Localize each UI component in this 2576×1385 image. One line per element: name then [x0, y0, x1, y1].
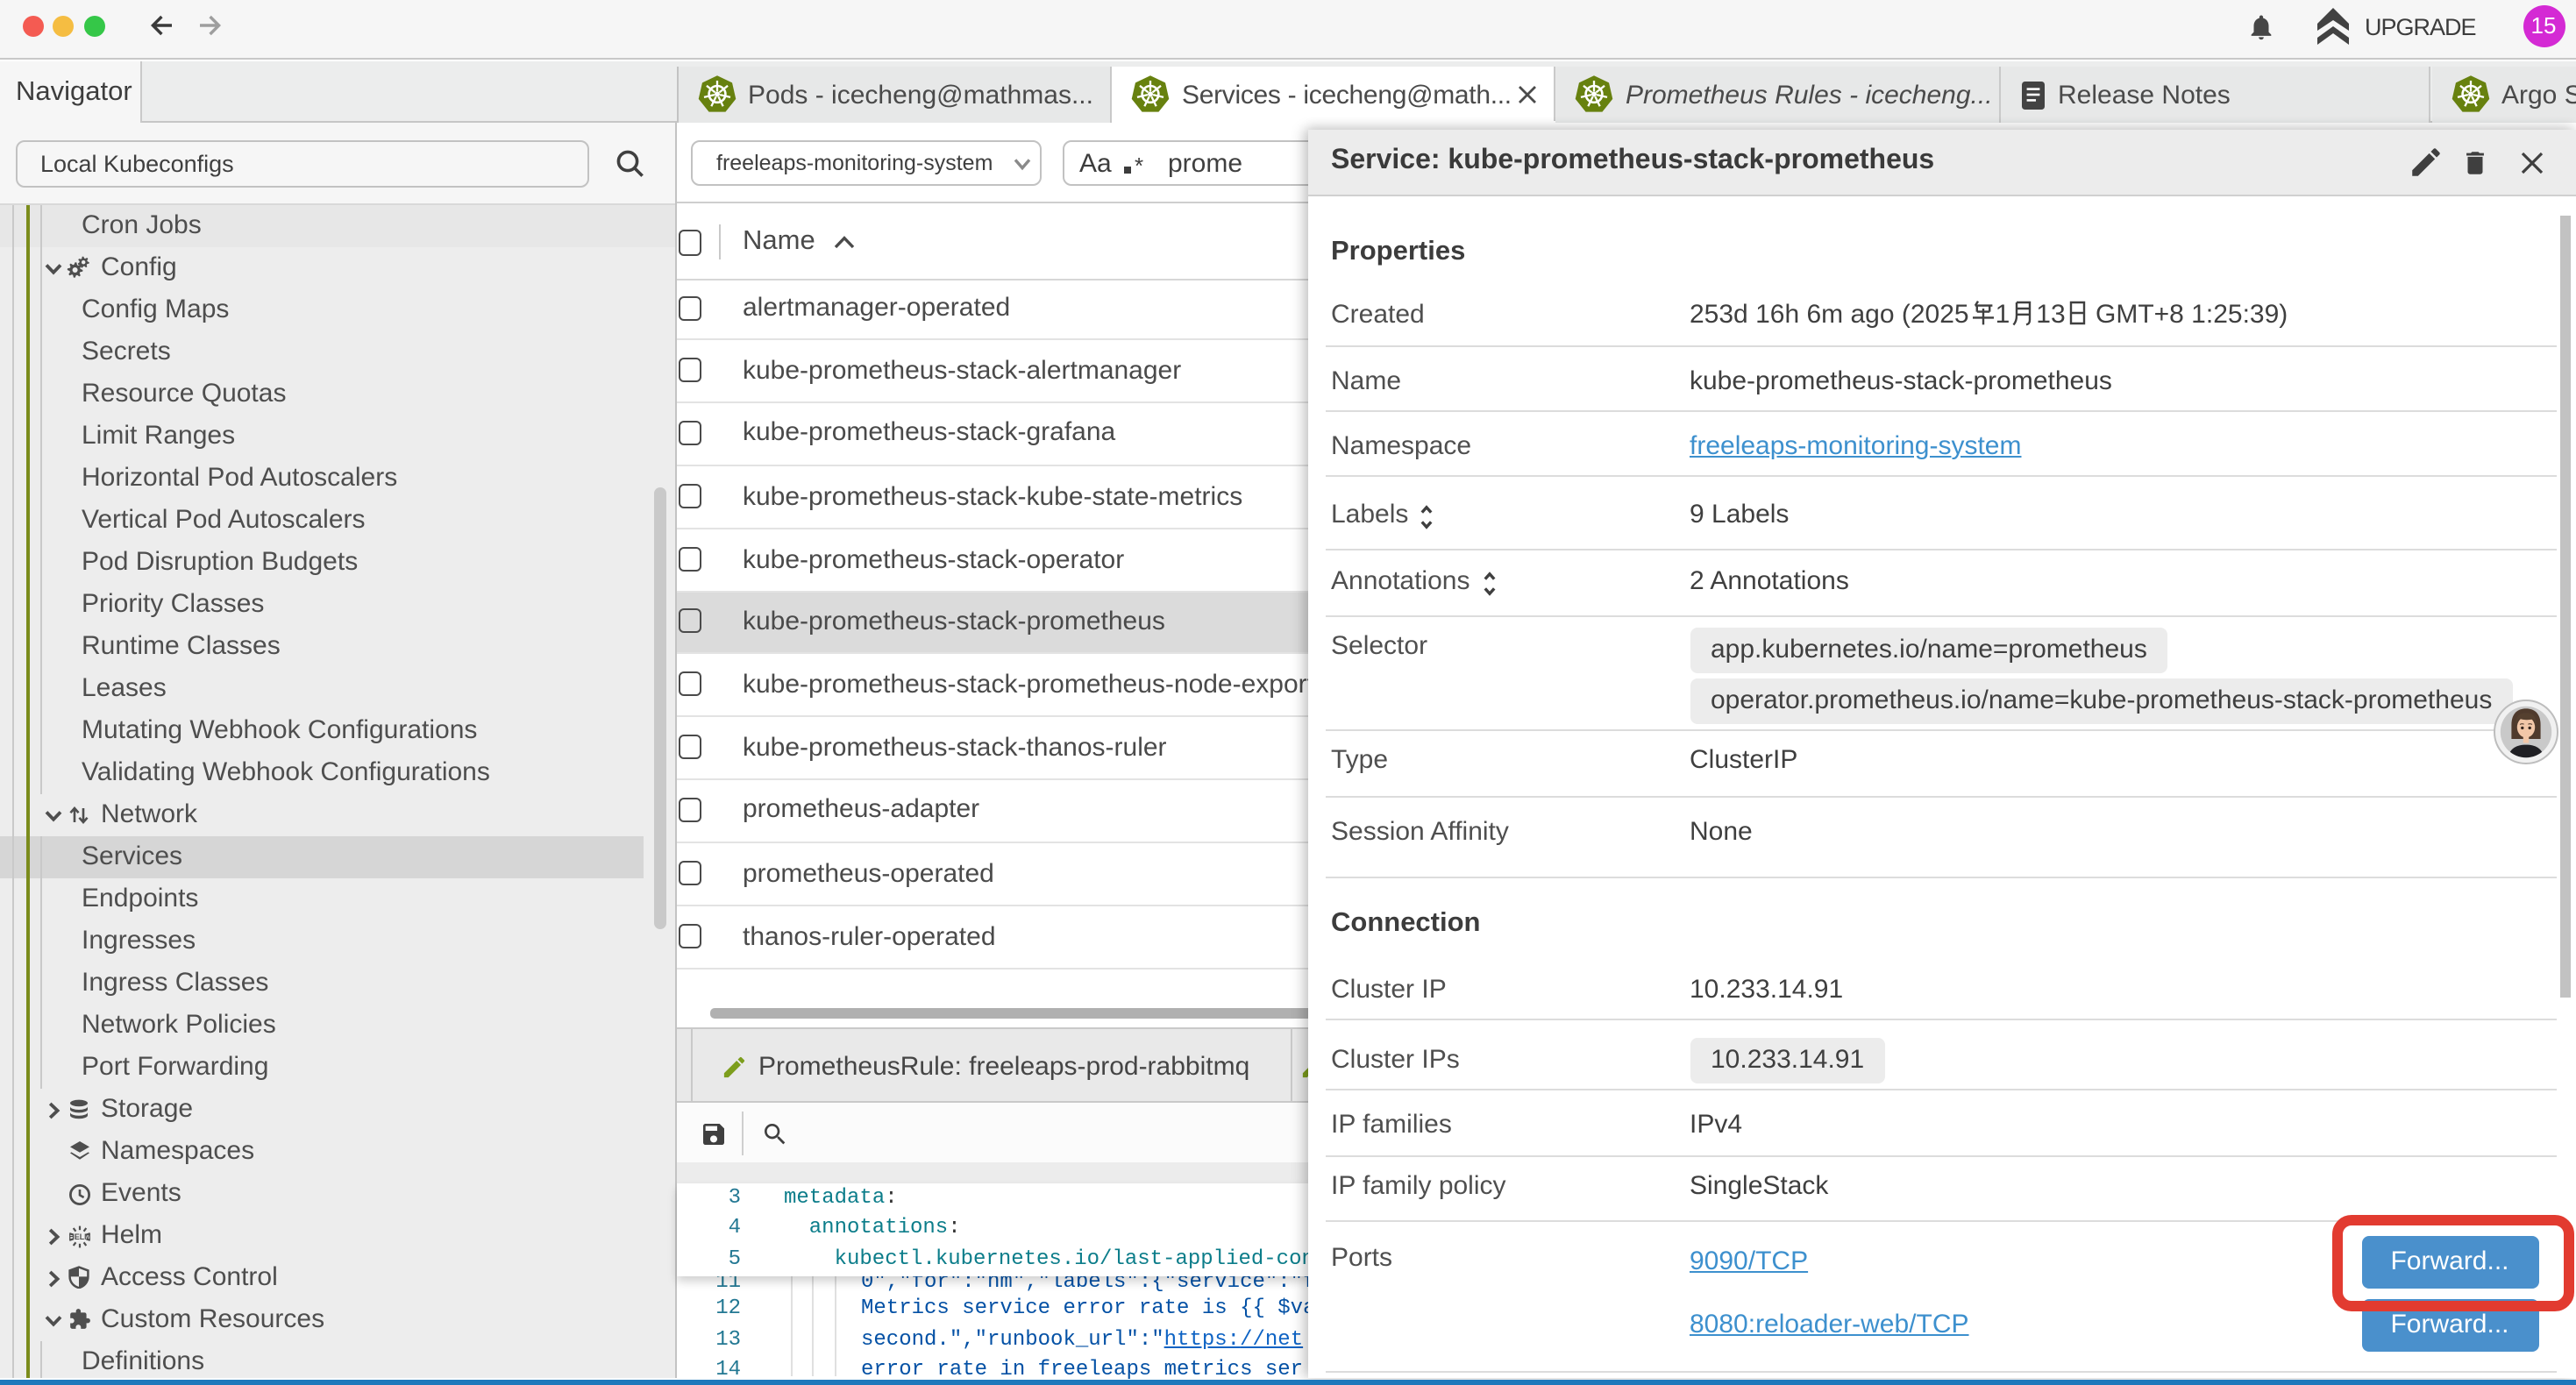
svg-text:*: * — [1134, 154, 1142, 175]
svg-text:HELM: HELM — [68, 1232, 90, 1240]
